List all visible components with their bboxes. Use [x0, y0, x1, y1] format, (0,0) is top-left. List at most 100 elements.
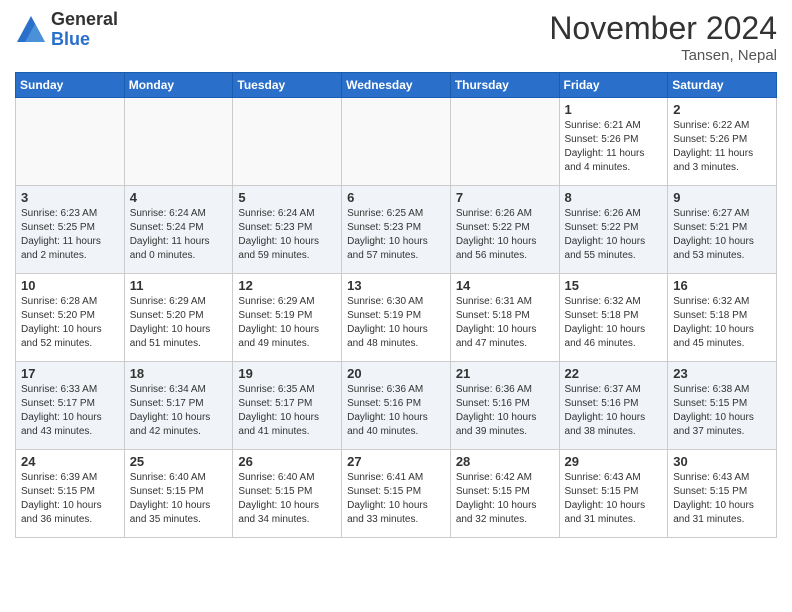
day-number: 21: [456, 366, 554, 381]
day-info: Sunrise: 6:24 AMSunset: 5:24 PMDaylight:…: [130, 207, 228, 263]
day-info: Sunrise: 6:28 AMSunset: 5:20 PMDaylight:…: [21, 295, 119, 351]
calendar-day-cell: 16 Sunrise: 6:32 AMSunset: 5:18 PMDayligh…: [668, 274, 777, 362]
logo-icon: [15, 14, 47, 46]
day-info: Sunrise: 6:21 AMSunset: 5:26 PMDaylight:…: [565, 119, 663, 175]
day-info: Sunrise: 6:43 AMSunset: 5:15 PMDaylight:…: [673, 471, 771, 527]
empty-cell: [124, 98, 233, 186]
day-number: 20: [347, 366, 445, 381]
day-number: 12: [238, 278, 336, 293]
calendar-day-cell: 19 Sunrise: 6:35 AMSunset: 5:17 PMDayligh…: [233, 362, 342, 450]
day-number: 26: [238, 454, 336, 469]
day-number: 30: [673, 454, 771, 469]
day-info: Sunrise: 6:32 AMSunset: 5:18 PMDaylight:…: [673, 295, 771, 351]
header: General Blue November 2024 Tansen, Nepal: [15, 10, 777, 64]
day-info: Sunrise: 6:42 AMSunset: 5:15 PMDaylight:…: [456, 471, 554, 527]
day-number: 23: [673, 366, 771, 381]
calendar-day-cell: 9 Sunrise: 6:27 AMSunset: 5:21 PMDaylight…: [668, 186, 777, 274]
day-number: 14: [456, 278, 554, 293]
day-info: Sunrise: 6:27 AMSunset: 5:21 PMDaylight:…: [673, 207, 771, 263]
day-info: Sunrise: 6:32 AMSunset: 5:18 PMDaylight:…: [565, 295, 663, 351]
day-info: Sunrise: 6:30 AMSunset: 5:19 PMDaylight:…: [347, 295, 445, 351]
empty-cell: [342, 98, 451, 186]
day-info: Sunrise: 6:23 AMSunset: 5:25 PMDaylight:…: [21, 207, 119, 263]
logo-general: General: [51, 10, 118, 30]
calendar-day-cell: 30 Sunrise: 6:43 AMSunset: 5:15 PMDayligh…: [668, 450, 777, 538]
day-info: Sunrise: 6:40 AMSunset: 5:15 PMDaylight:…: [130, 471, 228, 527]
calendar-day-cell: 4Sunrise: 6:24 AMSunset: 5:24 PMDaylight…: [124, 186, 233, 274]
day-number: 8: [565, 190, 663, 205]
calendar-day-cell: 2 Sunrise: 6:22 AMSunset: 5:26 PMDaylight…: [668, 98, 777, 186]
day-info: Sunrise: 6:35 AMSunset: 5:17 PMDaylight:…: [238, 383, 336, 439]
calendar-day-cell: 24 Sunrise: 6:39 AMSunset: 5:15 PMDayligh…: [16, 450, 125, 538]
calendar-day-cell: 11Sunrise: 6:29 AMSunset: 5:20 PMDayligh…: [124, 274, 233, 362]
day-info: Sunrise: 6:22 AMSunset: 5:26 PMDaylight:…: [673, 119, 771, 175]
day-number: 27: [347, 454, 445, 469]
calendar-day-cell: 8 Sunrise: 6:26 AMSunset: 5:22 PMDaylight…: [559, 186, 668, 274]
day-number: 9: [673, 190, 771, 205]
day-info: Sunrise: 6:41 AMSunset: 5:15 PMDaylight:…: [347, 471, 445, 527]
day-number: 29: [565, 454, 663, 469]
calendar-day-cell: 3Sunrise: 6:23 AMSunset: 5:25 PMDaylight…: [16, 186, 125, 274]
calendar-day-cell: 1 Sunrise: 6:21 AMSunset: 5:26 PMDaylight…: [559, 98, 668, 186]
day-info: Sunrise: 6:34 AMSunset: 5:17 PMDaylight:…: [130, 383, 228, 439]
day-info: Sunrise: 6:26 AMSunset: 5:22 PMDaylight:…: [565, 207, 663, 263]
weekday-header-thursday: Thursday: [450, 73, 559, 98]
day-number: 17: [21, 366, 119, 381]
calendar-day-cell: 6 Sunrise: 6:25 AMSunset: 5:23 PMDaylight…: [342, 186, 451, 274]
calendar-day-cell: 22 Sunrise: 6:37 AMSunset: 5:16 PMDayligh…: [559, 362, 668, 450]
day-number: 1: [565, 102, 663, 117]
day-info: Sunrise: 6:36 AMSunset: 5:16 PMDaylight:…: [347, 383, 445, 439]
day-number: 10: [21, 278, 119, 293]
calendar-day-cell: 20 Sunrise: 6:36 AMSunset: 5:16 PMDayligh…: [342, 362, 451, 450]
day-info: Sunrise: 6:40 AMSunset: 5:15 PMDaylight:…: [238, 471, 336, 527]
day-number: 22: [565, 366, 663, 381]
calendar-day-cell: 21 Sunrise: 6:36 AMSunset: 5:16 PMDayligh…: [450, 362, 559, 450]
day-number: 6: [347, 190, 445, 205]
day-info: Sunrise: 6:31 AMSunset: 5:18 PMDaylight:…: [456, 295, 554, 351]
location-title: Tansen, Nepal: [549, 47, 777, 64]
calendar-table: SundayMondayTuesdayWednesdayThursdayFrid…: [15, 72, 777, 538]
empty-cell: [16, 98, 125, 186]
day-number: 24: [21, 454, 119, 469]
day-info: Sunrise: 6:25 AMSunset: 5:23 PMDaylight:…: [347, 207, 445, 263]
day-number: 19: [238, 366, 336, 381]
weekday-header-wednesday: Wednesday: [342, 73, 451, 98]
weekday-header-tuesday: Tuesday: [233, 73, 342, 98]
day-info: Sunrise: 6:37 AMSunset: 5:16 PMDaylight:…: [565, 383, 663, 439]
day-info: Sunrise: 6:26 AMSunset: 5:22 PMDaylight:…: [456, 207, 554, 263]
calendar-week-row: 3Sunrise: 6:23 AMSunset: 5:25 PMDaylight…: [16, 186, 777, 274]
day-info: Sunrise: 6:39 AMSunset: 5:15 PMDaylight:…: [21, 471, 119, 527]
calendar-day-cell: 14 Sunrise: 6:31 AMSunset: 5:18 PMDayligh…: [450, 274, 559, 362]
month-title: November 2024: [549, 10, 777, 47]
calendar-week-row: 24 Sunrise: 6:39 AMSunset: 5:15 PMDayligh…: [16, 450, 777, 538]
calendar-day-cell: 28Sunrise: 6:42 AMSunset: 5:15 PMDayligh…: [450, 450, 559, 538]
day-number: 18: [130, 366, 228, 381]
day-number: 2: [673, 102, 771, 117]
day-number: 16: [673, 278, 771, 293]
day-info: Sunrise: 6:33 AMSunset: 5:17 PMDaylight:…: [21, 383, 119, 439]
day-info: Sunrise: 6:38 AMSunset: 5:15 PMDaylight:…: [673, 383, 771, 439]
calendar-week-row: 10 Sunrise: 6:28 AMSunset: 5:20 PMDayligh…: [16, 274, 777, 362]
calendar-day-cell: 23 Sunrise: 6:38 AMSunset: 5:15 PMDayligh…: [668, 362, 777, 450]
day-info: Sunrise: 6:29 AMSunset: 5:19 PMDaylight:…: [238, 295, 336, 351]
empty-cell: [450, 98, 559, 186]
day-info: Sunrise: 6:29 AMSunset: 5:20 PMDaylight:…: [130, 295, 228, 351]
weekday-header-sunday: Sunday: [16, 73, 125, 98]
calendar-day-cell: 29 Sunrise: 6:43 AMSunset: 5:15 PMDayligh…: [559, 450, 668, 538]
calendar-day-cell: 18 Sunrise: 6:34 AMSunset: 5:17 PMDayligh…: [124, 362, 233, 450]
day-number: 7: [456, 190, 554, 205]
day-number: 25: [130, 454, 228, 469]
calendar-day-cell: 5Sunrise: 6:24 AMSunset: 5:23 PMDaylight…: [233, 186, 342, 274]
calendar-day-cell: 26 Sunrise: 6:40 AMSunset: 5:15 PMDayligh…: [233, 450, 342, 538]
day-info: Sunrise: 6:43 AMSunset: 5:15 PMDaylight:…: [565, 471, 663, 527]
empty-cell: [233, 98, 342, 186]
page: General Blue November 2024 Tansen, Nepal…: [0, 0, 792, 553]
day-info: Sunrise: 6:36 AMSunset: 5:16 PMDaylight:…: [456, 383, 554, 439]
weekday-header-row: SundayMondayTuesdayWednesdayThursdayFrid…: [16, 73, 777, 98]
calendar-day-cell: 27 Sunrise: 6:41 AMSunset: 5:15 PMDayligh…: [342, 450, 451, 538]
day-number: 13: [347, 278, 445, 293]
calendar-week-row: 1 Sunrise: 6:21 AMSunset: 5:26 PMDaylight…: [16, 98, 777, 186]
title-block: November 2024 Tansen, Nepal: [549, 10, 777, 64]
day-number: 15: [565, 278, 663, 293]
calendar-day-cell: 10 Sunrise: 6:28 AMSunset: 5:20 PMDayligh…: [16, 274, 125, 362]
